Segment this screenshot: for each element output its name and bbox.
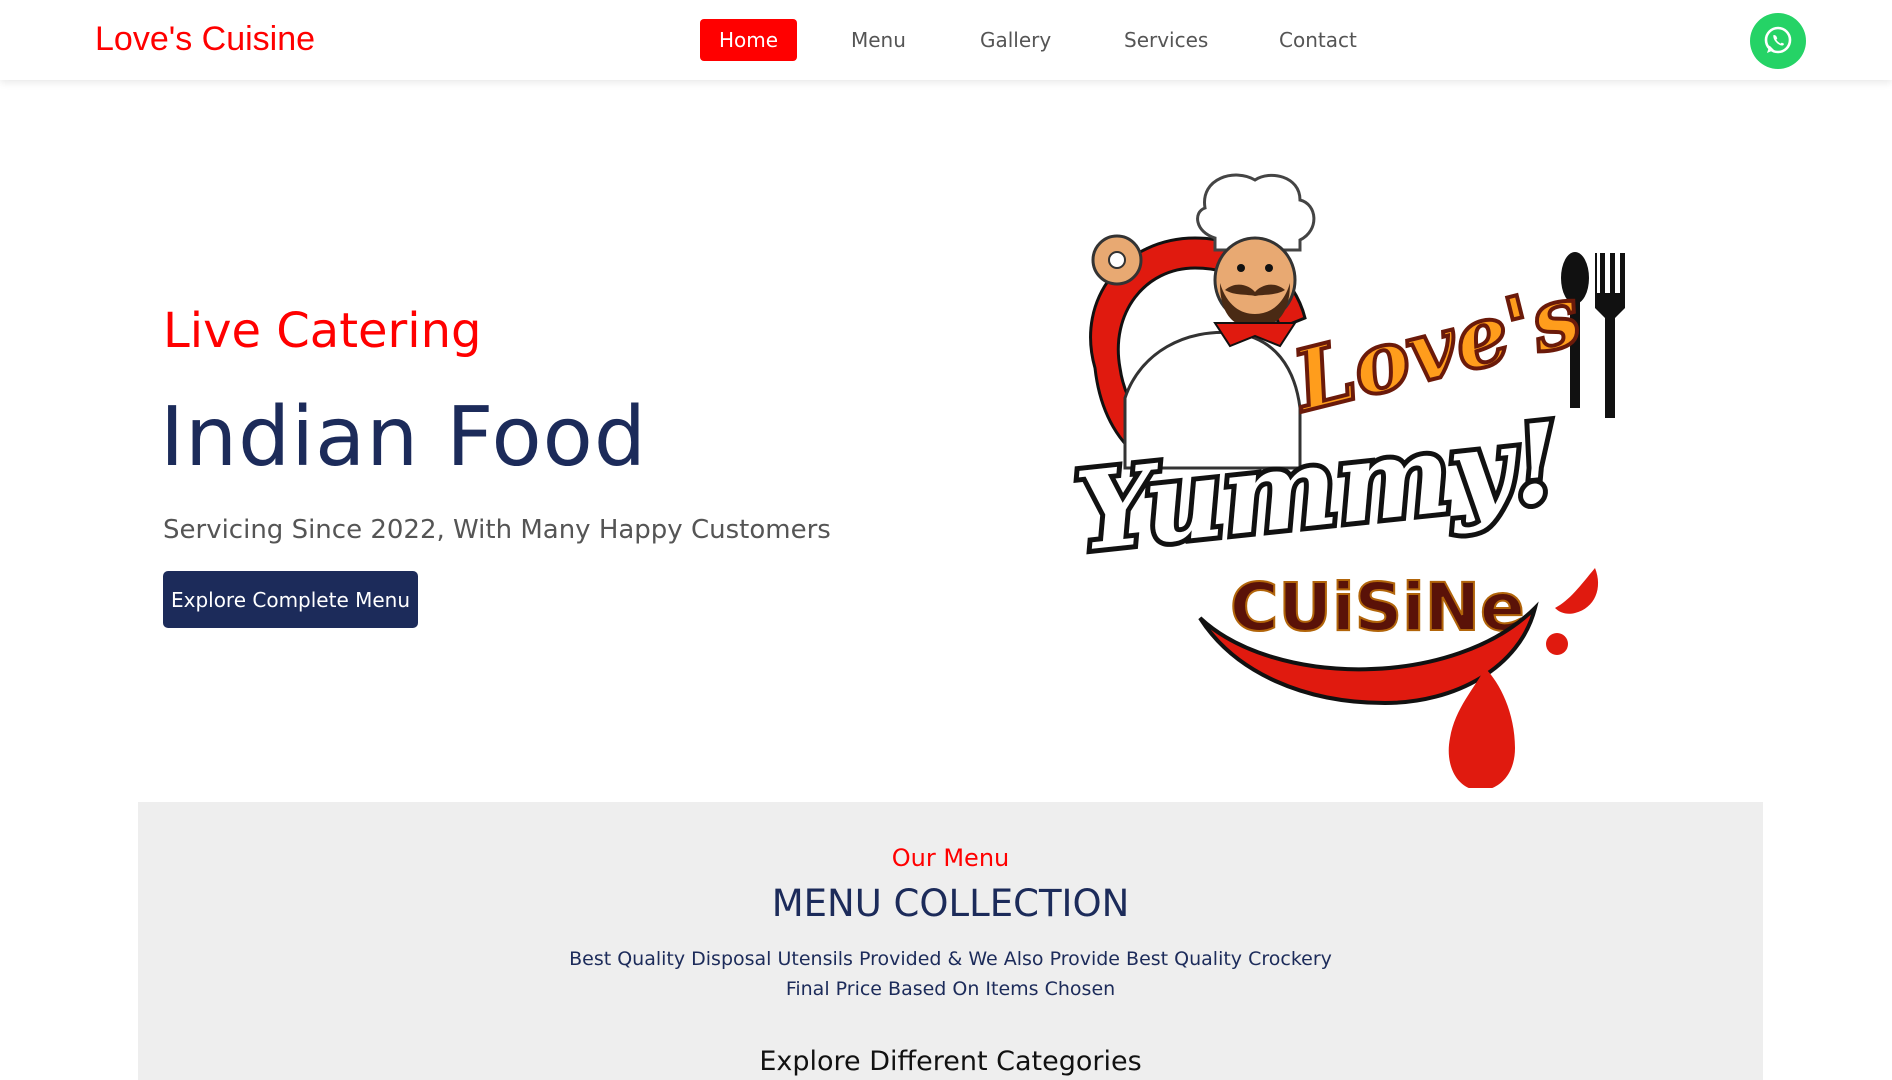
section-heading: MENU COLLECTION <box>771 882 1130 925</box>
section-description-line1: Best Quality Disposal Utensils Provided … <box>569 948 1332 970</box>
explore-menu-button[interactable]: Explore Complete Menu <box>163 571 418 628</box>
section-description-line2: Final Price Based On Items Chosen <box>785 978 1116 1000</box>
section-label: Our Menu <box>891 844 1010 872</box>
logo-text-cuisine: CUiSiNe <box>1230 569 1525 646</box>
nav-services[interactable]: Services <box>1124 19 1208 61</box>
explore-categories-heading: Explore Different Categories <box>759 1046 1142 1077</box>
cuisine-logo-image: Love's Yummy! CUiSiNe <box>1055 168 1645 791</box>
brand-logo-link[interactable]: Love's Cuisine <box>95 20 315 59</box>
nav-gallery[interactable]: Gallery <box>980 19 1051 61</box>
whatsapp-icon <box>1764 26 1792 54</box>
nav-home[interactable]: Home <box>700 19 798 61</box>
nav-menu[interactable]: Menu <box>851 19 906 61</box>
menu-section: Our Menu MENU COLLECTION Best Quality Di… <box>138 802 1763 1080</box>
hero-subtitle: Live Catering <box>163 303 482 359</box>
whatsapp-button[interactable] <box>1750 13 1806 69</box>
hero-title: Indian Food <box>160 390 647 485</box>
nav-contact[interactable]: Contact <box>1279 19 1357 61</box>
hero-tagline: Servicing Since 2022, With Many Happy Cu… <box>163 515 831 545</box>
site-header: Love's Cuisine Home Menu Gallery Service… <box>0 0 1892 80</box>
